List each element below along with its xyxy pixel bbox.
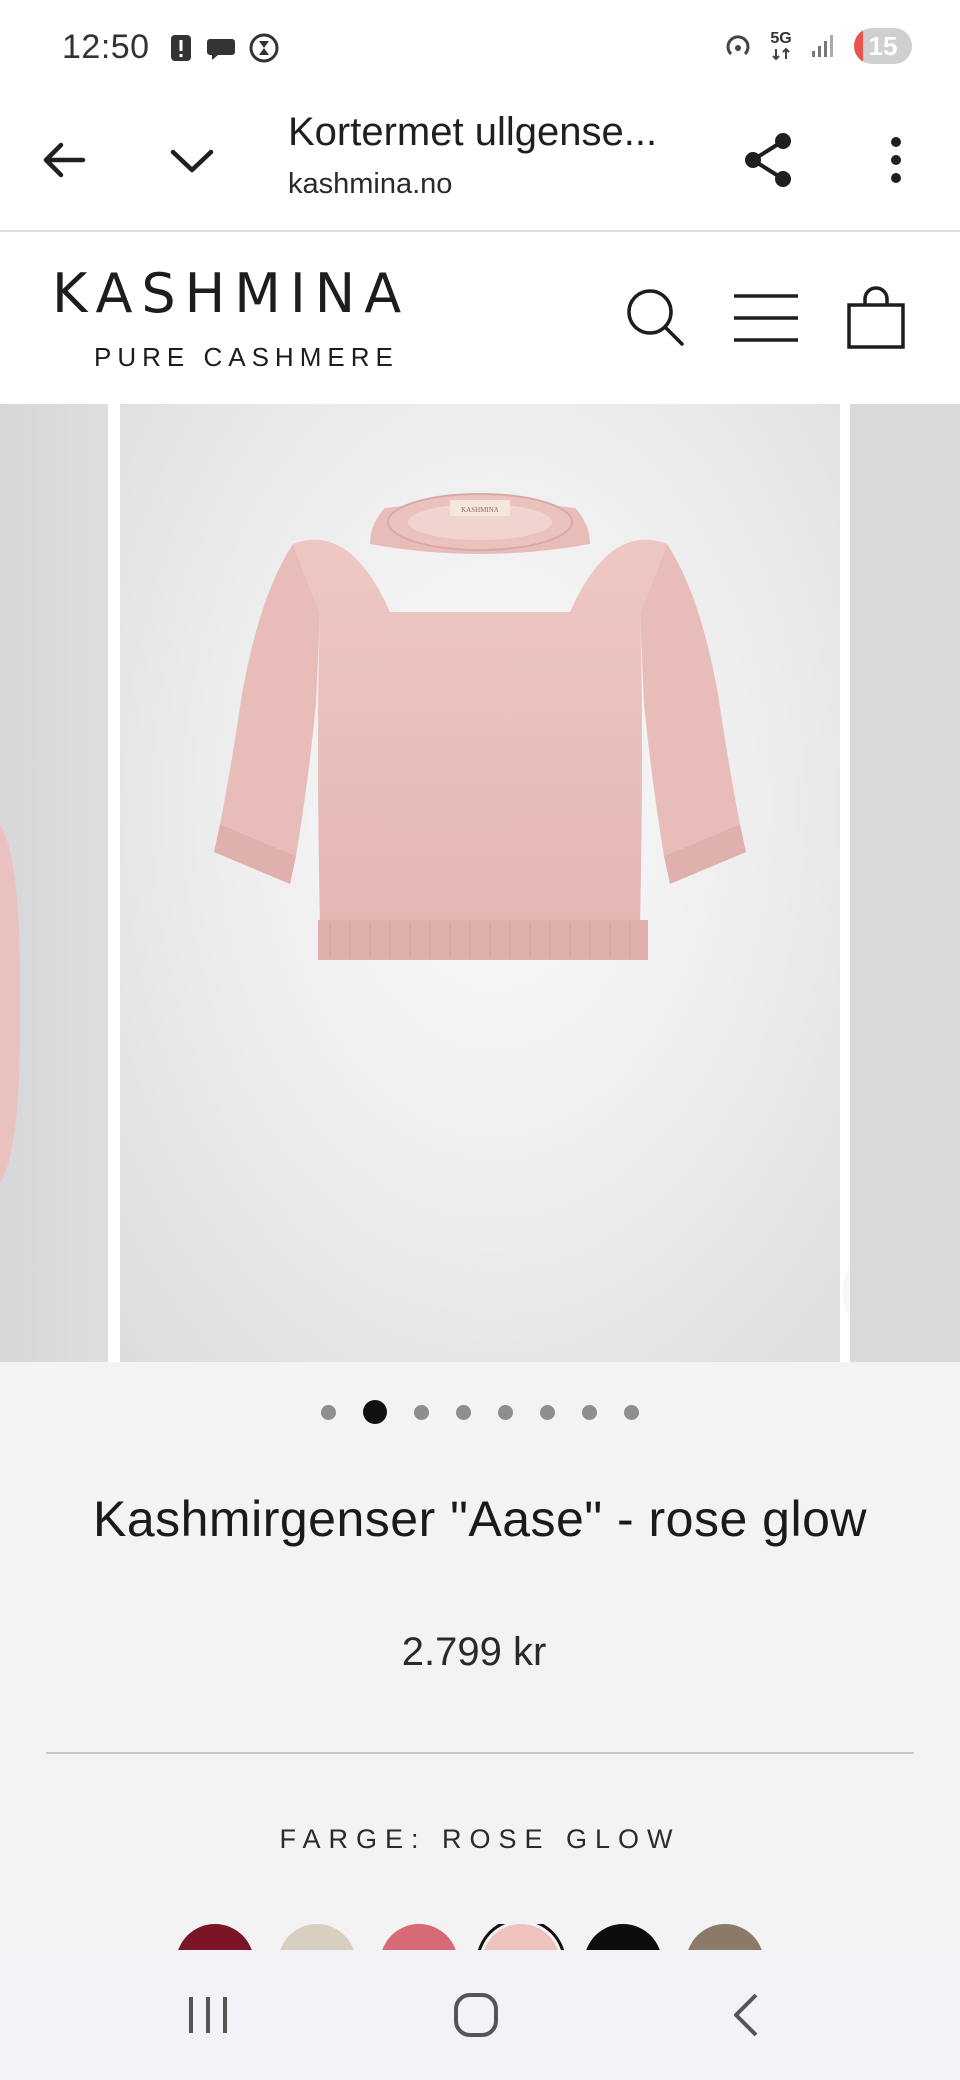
site-logo[interactable]: KASHMINA bbox=[52, 262, 410, 325]
status-notification-icons bbox=[168, 32, 280, 64]
hotspot-icon bbox=[726, 35, 750, 56]
tab-title[interactable]: Kortermet ullgense... bbox=[288, 110, 657, 155]
more-vertical-icon bbox=[891, 137, 901, 183]
color-swatch[interactable] bbox=[380, 1924, 458, 1950]
color-swatch-selected[interactable] bbox=[482, 1924, 560, 1950]
back-button[interactable] bbox=[28, 124, 100, 196]
gallery-next-slide[interactable] bbox=[850, 404, 960, 1362]
color-swatch[interactable] bbox=[176, 1924, 254, 1950]
gallery-dot[interactable] bbox=[321, 1404, 336, 1420]
system-navigation-bar bbox=[0, 1950, 960, 2080]
previous-slide-image bbox=[0, 824, 20, 1184]
gallery-dot[interactable] bbox=[624, 1404, 639, 1420]
recent-apps-button[interactable] bbox=[158, 1980, 258, 2050]
system-back-button[interactable] bbox=[696, 1980, 796, 2050]
color-swatches bbox=[176, 1924, 960, 1950]
home-icon bbox=[454, 1993, 498, 2037]
status-time: 12:50 bbox=[62, 28, 150, 66]
network-label: 5G bbox=[770, 30, 792, 47]
minimize-tab-button[interactable] bbox=[156, 124, 228, 196]
battery-level: 15 bbox=[868, 30, 898, 61]
gallery-current-slide[interactable]: KASHMINA bbox=[120, 404, 930, 1362]
recent-apps-icon bbox=[189, 1997, 227, 2033]
search-button[interactable] bbox=[620, 282, 692, 354]
product-gallery[interactable]: KASHMINA bbox=[0, 404, 960, 1362]
battery-fill bbox=[854, 28, 863, 64]
share-button[interactable] bbox=[732, 124, 804, 196]
shopping-bag-icon bbox=[847, 286, 905, 349]
timer-notification-icon bbox=[249, 33, 279, 63]
site-logo-tagline: PURE CASHMERE bbox=[94, 342, 399, 372]
hamburger-menu-icon bbox=[734, 294, 798, 342]
home-button[interactable] bbox=[426, 1980, 526, 2050]
color-label: FARGE: ROSE GLOW bbox=[279, 1824, 681, 1854]
product-image: KASHMINA bbox=[214, 493, 746, 960]
network-5g-icon: 5G bbox=[770, 31, 792, 61]
gallery-dot[interactable] bbox=[582, 1404, 597, 1420]
battery-indicator: 15 bbox=[854, 28, 912, 64]
color-swatch[interactable] bbox=[278, 1924, 356, 1950]
signal-icon bbox=[812, 35, 833, 57]
gallery-dot[interactable] bbox=[414, 1404, 429, 1420]
arrow-left-icon bbox=[43, 142, 86, 178]
product-title: Kashmirgenser "Aase" - rose glow bbox=[92, 1491, 868, 1547]
gallery-dot[interactable] bbox=[498, 1404, 513, 1420]
status-system-icons: 5G 15 bbox=[722, 28, 912, 64]
product-price: 2.799 kr bbox=[401, 1630, 547, 1674]
search-icon bbox=[627, 289, 684, 346]
garment-label: KASHMINA bbox=[461, 506, 499, 514]
chevron-left-icon bbox=[734, 1993, 758, 2037]
cart-button[interactable] bbox=[840, 282, 912, 354]
alert-notification-icon bbox=[171, 35, 191, 61]
color-swatch[interactable] bbox=[584, 1924, 662, 1950]
menu-button[interactable] bbox=[730, 282, 802, 354]
gallery-pagination bbox=[0, 1400, 960, 1424]
browser-toolbar: Kortermet ullgense... kashmina.no bbox=[0, 96, 960, 232]
chevron-down-icon bbox=[170, 149, 214, 173]
page-url[interactable]: kashmina.no bbox=[288, 168, 452, 201]
more-options-button[interactable] bbox=[860, 124, 932, 196]
color-swatch[interactable] bbox=[686, 1924, 764, 1950]
gallery-dot[interactable] bbox=[363, 1400, 387, 1424]
gallery-dot[interactable] bbox=[540, 1404, 555, 1420]
divider bbox=[46, 1752, 914, 1754]
share-icon bbox=[745, 133, 791, 187]
gallery-dot[interactable] bbox=[456, 1404, 471, 1420]
chat-notification-icon bbox=[207, 39, 235, 60]
site-header: KASHMINA PURE CASHMERE bbox=[0, 232, 960, 404]
gallery-previous-slide[interactable] bbox=[0, 404, 108, 1362]
status-bar: 12:50 5G 15 bbox=[0, 0, 960, 96]
